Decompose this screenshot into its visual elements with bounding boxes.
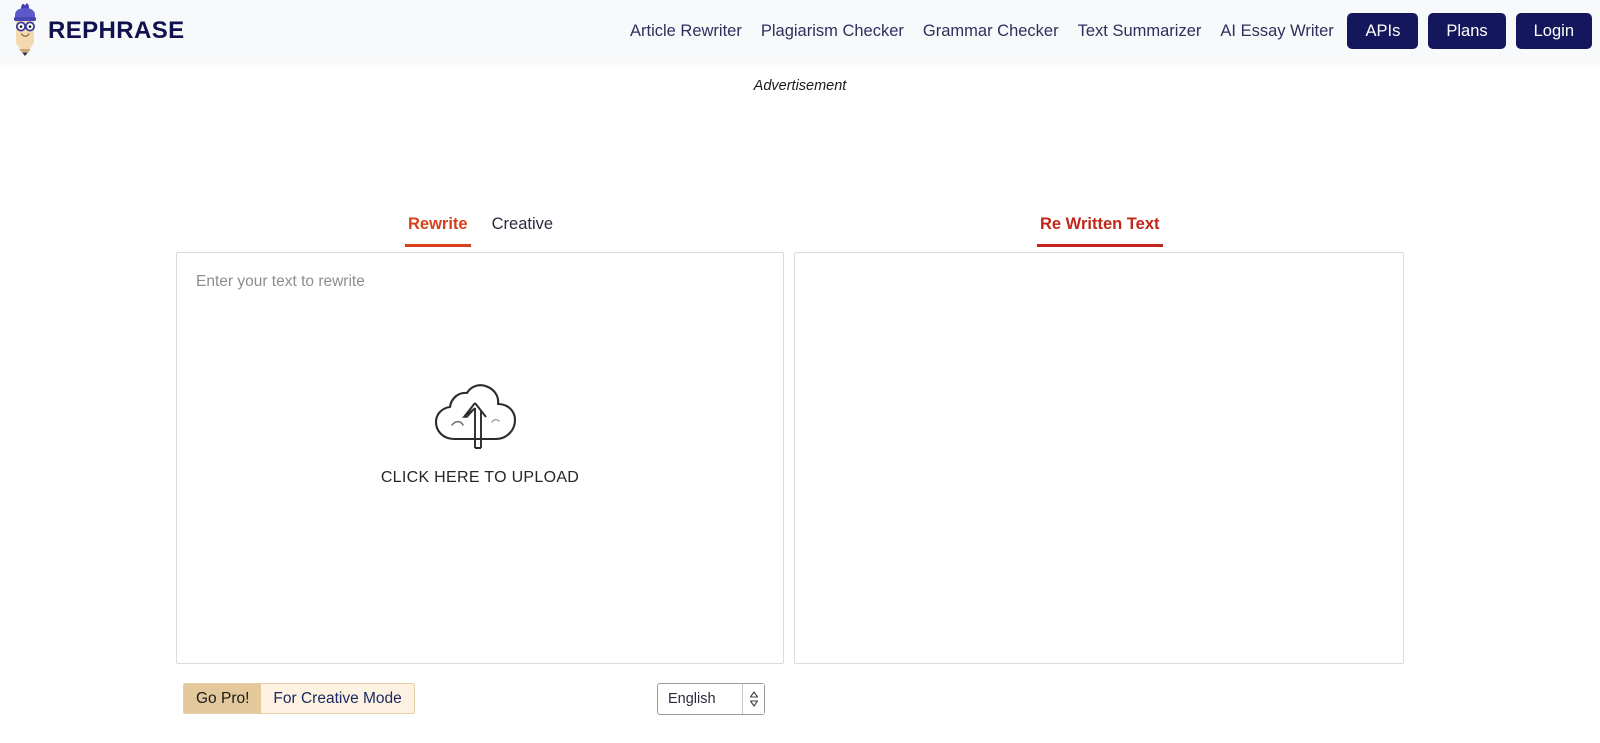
brand-name: REPHRASE bbox=[48, 17, 185, 44]
input-placeholder: Enter your text to rewrite bbox=[196, 273, 365, 290]
go-pro-badge[interactable]: Go Pro! bbox=[184, 684, 262, 713]
nav-item-grammar-checker[interactable]: Grammar Checker bbox=[921, 18, 1061, 45]
nav-item-text-summarizer[interactable]: Text Summarizer bbox=[1076, 18, 1204, 45]
nav-item-plagiarism-checker[interactable]: Plagiarism Checker bbox=[759, 18, 906, 45]
go-pro-label: For Creative Mode bbox=[273, 689, 402, 707]
login-button[interactable]: Login bbox=[1515, 12, 1592, 50]
apis-button[interactable]: APIs bbox=[1347, 12, 1419, 50]
brand-logo[interactable]: REPHRASE bbox=[10, 2, 185, 60]
language-select[interactable]: English bbox=[657, 683, 765, 715]
tabs-row: Rewrite Creative Re Written Text bbox=[0, 215, 1600, 251]
input-tabs: Rewrite Creative bbox=[405, 215, 556, 247]
language-selector[interactable]: English bbox=[657, 683, 765, 715]
input-panel[interactable]: Enter your text to rewrite CLICK HERE TO… bbox=[176, 252, 784, 664]
nav-item-ai-essay-writer[interactable]: AI Essay Writer bbox=[1218, 18, 1335, 45]
main-navigation: Article Rewriter Plagiarism Checker Gram… bbox=[628, 0, 1336, 62]
plans-button[interactable]: Plans bbox=[1428, 12, 1506, 50]
output-panel[interactable] bbox=[794, 252, 1404, 664]
output-tabs: Re Written Text bbox=[1037, 215, 1163, 247]
nav-item-article-rewriter[interactable]: Article Rewriter bbox=[628, 18, 744, 45]
site-header: REPHRASE Article Rewriter Plagiarism Che… bbox=[0, 0, 1600, 62]
upload-dropzone[interactable]: CLICK HERE TO UPLOAD bbox=[177, 381, 783, 487]
header-actions: APIs Plans Login bbox=[1347, 0, 1592, 62]
pencil-mascot-icon bbox=[14, 3, 36, 56]
tab-creative[interactable]: Creative bbox=[489, 215, 556, 244]
advertisement-label: Advertisement bbox=[753, 78, 847, 94]
tab-re-written-text[interactable]: Re Written Text bbox=[1037, 215, 1163, 247]
tab-rewrite[interactable]: Rewrite bbox=[405, 215, 471, 247]
cloud-upload-icon bbox=[434, 384, 517, 449]
upload-label: CLICK HERE TO UPLOAD bbox=[380, 469, 580, 486]
go-pro-banner[interactable]: Go Pro! For Creative Mode bbox=[183, 683, 415, 714]
